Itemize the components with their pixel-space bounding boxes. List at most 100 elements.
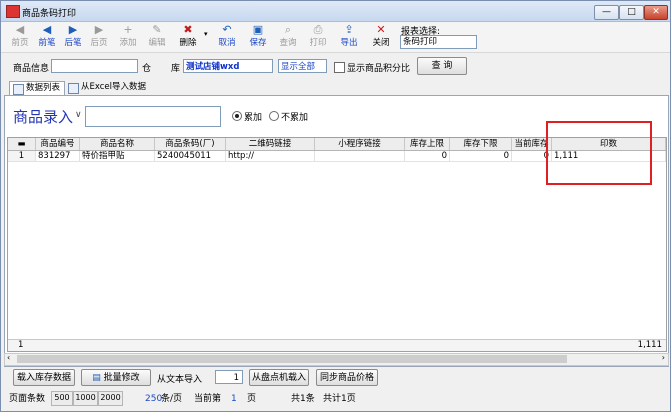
prev-record-icon: ◀	[42, 23, 52, 36]
accumulate-radio[interactable]	[232, 111, 242, 121]
query-label: 查询	[279, 38, 297, 48]
show-points-checkbox[interactable]	[334, 62, 345, 73]
store-label: 库	[171, 64, 181, 74]
product-entry-title: 商品录入	[13, 108, 74, 126]
print-icon: ⎙	[313, 23, 323, 36]
filter-bar: 商品信息 仓 库 测试店铺wxd 显示全部 显示商品积分比 查 询	[1, 54, 670, 79]
save-button[interactable]: ▣ 保存	[244, 23, 272, 51]
total-pages: 共计1页	[323, 394, 356, 404]
toolbar: ◀ 前页 ◀ 前笔 ▶ 后笔 ▶ 后页 + 添加 ✎ 编辑 ✖ 删除 ▾ ↶ 取…	[1, 22, 670, 53]
export-button[interactable]: ⇪ 导出	[335, 23, 363, 51]
page-size-500[interactable]: 500	[51, 391, 73, 406]
next-record-label: 后笔	[64, 38, 82, 48]
title-bar: 商品条码打印 — □ ✕	[1, 1, 670, 22]
add-button[interactable]: + 添加	[115, 23, 141, 51]
cancel-button[interactable]: ↶ 取消	[213, 23, 241, 51]
next-record-button[interactable]: ▶ 后笔	[60, 23, 86, 51]
close-button[interactable]: ✕ 关闭	[367, 23, 395, 51]
document-icon	[13, 84, 24, 95]
total-records: 共1条	[291, 394, 315, 404]
load-stock-button[interactable]: 载入库存数据	[13, 369, 75, 386]
print-count-highlight-box	[546, 121, 652, 185]
batch-edit-button[interactable]: ▤ 批量修改	[81, 369, 151, 386]
row-indicator-header: ▬	[8, 138, 36, 150]
row-index: 1	[8, 151, 36, 162]
col-product-name[interactable]: 商品名称	[80, 138, 155, 150]
cell-product-code[interactable]: 831297	[36, 151, 80, 162]
tab-excel-import-label: 从Excel导入数据	[81, 82, 147, 92]
col-mini-link[interactable]: 小程序链接	[315, 138, 405, 150]
cell-product-name[interactable]: 特价指甲贴	[80, 151, 155, 162]
delete-label: 删除	[179, 38, 197, 48]
product-entry-input[interactable]	[85, 106, 221, 127]
import-text-input[interactable]: 1	[215, 370, 243, 384]
report-select-input[interactable]: 条码打印	[400, 35, 477, 49]
last-page-button[interactable]: ▶ 后页	[86, 23, 112, 51]
scrollbar-thumb[interactable]	[17, 355, 567, 363]
no-accumulate-radio[interactable]	[269, 111, 279, 121]
delete-dropdown-icon[interactable]: ▾	[204, 30, 208, 38]
load-counter-button[interactable]: 从盘点机载入	[249, 369, 309, 386]
edit-button[interactable]: ✎ 编辑	[144, 23, 170, 51]
status-bar: 页面条数 500 1000 2000 250 条/页 当前第 1 页 共1条 共…	[1, 390, 670, 407]
cell-qr-link[interactable]: http://	[226, 151, 315, 162]
store-input[interactable]: 测试店铺wxd	[183, 59, 273, 73]
first-page-icon: ◀	[15, 23, 25, 36]
scroll-left-icon[interactable]: ‹	[7, 353, 10, 362]
cell-barcode[interactable]: 5240045011	[155, 151, 226, 162]
delete-button[interactable]: ✖ 删除	[174, 23, 202, 51]
sync-price-button[interactable]: 同步商品价格	[316, 369, 378, 386]
barcode-print-window: 商品条码打印 — □ ✕ ◀ 前页 ◀ 前笔 ▶ 后笔 ▶ 后页 + 添加 ✎ …	[0, 0, 671, 412]
batch-edit-label: 批量修改	[103, 373, 140, 383]
accumulate-label: 累加	[244, 113, 263, 123]
save-icon: ▣	[252, 23, 264, 36]
per-page-value: 250	[145, 394, 163, 404]
per-page-unit: 条/页	[161, 394, 183, 404]
page-size-2000[interactable]: 2000	[98, 391, 123, 406]
tab-data-list-label: 数据列表	[26, 83, 61, 93]
first-page-label: 前页	[11, 38, 29, 48]
col-product-code[interactable]: 商品编号	[36, 138, 80, 150]
tab-strip: 数据列表 从Excel导入数据	[1, 80, 670, 96]
cell-stock-lower[interactable]: 0	[450, 151, 512, 162]
page-size-1000[interactable]: 1000	[73, 391, 98, 406]
footer-row-count: 1	[18, 340, 24, 350]
add-icon: +	[123, 23, 133, 36]
window-close-button[interactable]: ✕	[644, 5, 668, 20]
tab-excel-import[interactable]: 从Excel导入数据	[65, 81, 150, 95]
add-label: 添加	[119, 38, 137, 48]
col-stock-lower[interactable]: 库存下限	[450, 138, 512, 150]
action-bar: 载入库存数据 ▤ 批量修改 从文本导入 1 从盘点机载入 同步商品价格	[1, 367, 670, 389]
page-unit: 页	[247, 394, 257, 404]
cell-mini-link[interactable]	[315, 151, 405, 162]
tab-data-list[interactable]: 数据列表	[9, 81, 66, 96]
search-button[interactable]: 查 询	[417, 57, 467, 75]
first-page-button[interactable]: ◀ 前页	[5, 23, 35, 51]
close-icon: ✕	[376, 23, 386, 36]
next-record-icon: ▶	[68, 23, 78, 36]
show-points-label: 显示商品积分比	[347, 64, 411, 74]
save-label: 保存	[249, 38, 267, 48]
prev-record-button[interactable]: ◀ 前笔	[34, 23, 60, 51]
col-barcode[interactable]: 商品条码(厂)	[155, 138, 226, 150]
horizontal-scrollbar[interactable]: ‹ ›	[4, 353, 669, 366]
col-qr-link[interactable]: 二维码链接	[226, 138, 315, 150]
window-title: 商品条码打印	[22, 9, 77, 19]
chevron-down-icon[interactable]: ∨	[75, 110, 82, 120]
product-info-input[interactable]	[51, 59, 138, 73]
current-page-label: 当前第	[194, 394, 222, 404]
cell-stock-upper[interactable]: 0	[405, 151, 450, 162]
batch-edit-icon: ▤	[92, 373, 104, 383]
no-accumulate-label: 不累加	[281, 113, 309, 123]
show-all-link[interactable]: 显示全部	[278, 59, 327, 73]
export-label: 导出	[340, 38, 358, 48]
current-page-value: 1	[231, 394, 237, 404]
scroll-right-icon[interactable]: ›	[662, 353, 665, 362]
minimize-button[interactable]: —	[594, 5, 619, 20]
maximize-button[interactable]: □	[619, 5, 644, 20]
col-stock-upper[interactable]: 库存上限	[405, 138, 450, 150]
print-button[interactable]: ⎙ 打印	[304, 23, 332, 51]
last-page-label: 后页	[90, 38, 108, 48]
query-button[interactable]: ⌕ 查询	[274, 23, 302, 51]
export-icon: ⇪	[344, 23, 354, 36]
